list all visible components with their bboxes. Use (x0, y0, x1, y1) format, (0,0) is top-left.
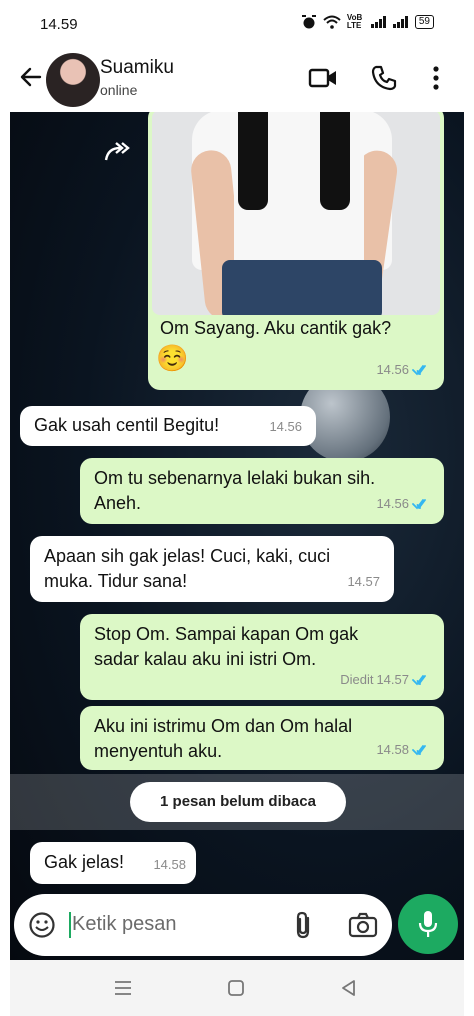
text-caret (69, 912, 71, 938)
contact-status: online (100, 82, 138, 98)
emoji-icon[interactable] (28, 911, 56, 939)
message-text: Aku ini istrimu Om dan Om halal menyentu… (94, 716, 353, 761)
message-meta: 14.57 (347, 569, 380, 594)
contact-name[interactable]: Suamiku (100, 57, 174, 79)
message-bubble-outgoing[interactable]: Aku ini istrimu Om dan Om halal menyentu… (80, 706, 444, 770)
double-check-icon (412, 364, 426, 375)
signal-icon (370, 16, 386, 28)
status-bar: 14.59 VoB LTE 59 (0, 0, 474, 48)
message-bubble-image[interactable]: Om Sayang. Aku cantik gak? ☺️ 14.56 (148, 112, 444, 390)
double-check-icon (412, 498, 426, 509)
message-edited-label: Diedit (340, 672, 374, 687)
message-meta: Diedit 14.57 (340, 667, 430, 692)
double-check-icon (412, 744, 426, 755)
message-time: 14.56 (269, 419, 302, 434)
message-time: 14.58 (376, 742, 409, 757)
message-bubble-incoming[interactable]: Apaan sih gak jelas! Cuci, kaki, cuci mu… (30, 536, 394, 602)
message-meta: 14.58 (153, 852, 186, 877)
back-arrow-icon[interactable] (18, 64, 44, 90)
phone-icon[interactable] (370, 64, 398, 92)
message-emoji: ☺️ (156, 343, 189, 373)
message-text: Om tu sebenarnya lelaki bukan sih. Aneh. (94, 468, 376, 513)
message-bubble-incoming[interactable]: Gak usah centil Begitu! 14.56 (20, 406, 316, 446)
recent-apps-icon[interactable] (112, 978, 134, 998)
message-text: Apaan sih gak jelas! Cuci, kaki, cuci mu… (44, 546, 331, 591)
avatar[interactable] (46, 53, 100, 107)
more-vert-icon[interactable] (428, 64, 444, 92)
message-text: Gak usah centil Begitu! (34, 415, 220, 435)
message-bubble-incoming[interactable]: Gak jelas! 14.58 (30, 842, 196, 884)
unread-banner: 1 pesan belum dibaca (130, 782, 346, 822)
attach-icon[interactable] (292, 910, 316, 940)
signal-icon-2 (392, 16, 408, 28)
message-bubble-outgoing[interactable]: Stop Om. Sampai kapan Om gak sadar kalau… (80, 614, 444, 700)
message-time: 14.57 (376, 672, 409, 687)
wifi-icon (323, 15, 341, 29)
message-meta: 14.56 (376, 357, 430, 382)
mic-button[interactable] (398, 894, 458, 954)
message-composer (14, 894, 392, 956)
chat-area[interactable]: Om Sayang. Aku cantik gak? ☺️ 14.56 Gak … (10, 112, 464, 960)
message-time: 14.57 (347, 574, 380, 589)
shared-photo[interactable] (152, 112, 440, 315)
message-meta: 14.56 (269, 414, 302, 439)
unread-divider: 1 pesan belum dibaca (10, 774, 464, 830)
message-time: 14.56 (376, 362, 409, 377)
home-icon[interactable] (226, 978, 246, 998)
video-call-icon[interactable] (308, 64, 338, 92)
network-label: VoB LTE (346, 13, 363, 30)
alarm-icon (301, 15, 316, 29)
message-meta: 14.58 (376, 737, 430, 762)
mic-icon (418, 911, 438, 937)
system-nav-bar (10, 960, 464, 1016)
message-input[interactable] (72, 908, 282, 940)
chat-header: Suamiku online (10, 48, 464, 112)
message-text: Stop Om. Sampai kapan Om gak sadar kalau… (94, 624, 359, 669)
message-time: 14.58 (153, 857, 186, 872)
camera-icon[interactable] (348, 911, 378, 939)
status-icons: VoB LTE 59 (301, 14, 434, 30)
nav-back-icon[interactable] (338, 978, 358, 998)
forward-icon[interactable] (102, 140, 134, 164)
message-text: Om Sayang. Aku cantik gak? (160, 318, 392, 338)
double-check-icon (412, 674, 426, 685)
battery-indicator: 59 (414, 15, 434, 29)
message-meta: 14.56 (376, 491, 430, 516)
message-bubble-outgoing[interactable]: Om tu sebenarnya lelaki bukan sih. Aneh.… (80, 458, 444, 524)
status-time: 14.59 (40, 16, 78, 33)
message-time: 14.56 (376, 496, 409, 511)
